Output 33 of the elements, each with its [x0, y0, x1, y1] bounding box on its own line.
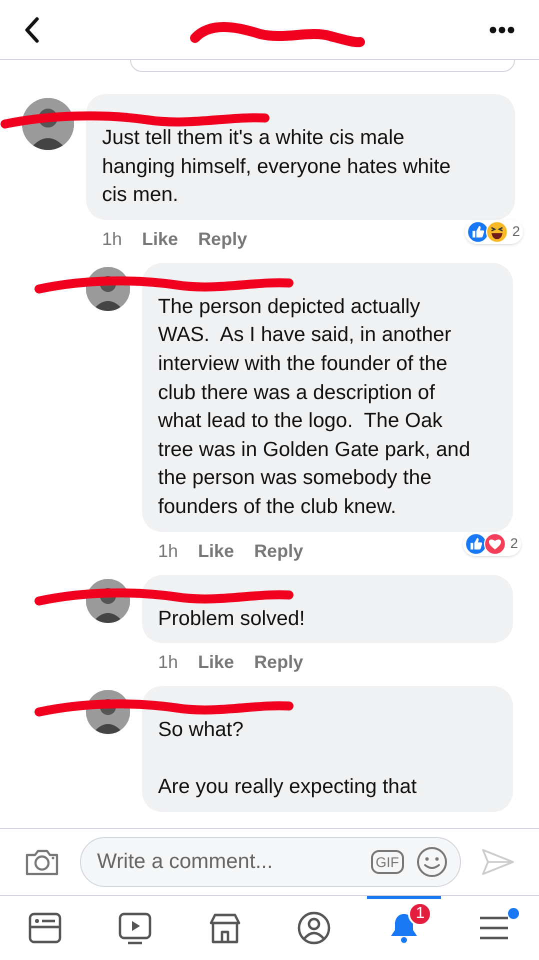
reply-link[interactable]: Reply — [198, 226, 248, 253]
like-link[interactable]: Like — [142, 226, 178, 253]
like-link[interactable]: Like — [198, 649, 234, 676]
comment-text: So what? Are you really expecting that — [158, 717, 418, 800]
timestamp: 1h — [102, 228, 122, 251]
comment-field[interactable]: Write a comment... GIF — [80, 837, 461, 887]
profile-icon — [296, 910, 332, 946]
emoji-icon[interactable] — [416, 846, 448, 878]
timestamp: 1h — [158, 540, 178, 563]
back-icon[interactable] — [24, 16, 40, 42]
reply-link[interactable]: Reply — [254, 649, 304, 676]
more-icon[interactable] — [489, 26, 515, 34]
comment-text: The person depicted actually WAS. As I have said, in another interview with the founder of the club there was a description of what lead to the logo. The Oak tree was in Golden Gate park, and the person was somebody the founders of the club knew. — [158, 294, 472, 520]
notification-badge: 1 — [408, 902, 432, 926]
comment-text: Just tell them it's a white cis male hanging himself, everyone hates white cis men. — [102, 125, 452, 208]
timestamp: 1h — [158, 651, 178, 674]
camera-icon[interactable] — [24, 847, 60, 877]
nav-notifications-tab[interactable]: 1 — [359, 896, 450, 960]
reaction-count: 2 — [512, 222, 520, 242]
reaction-count: 2 — [510, 534, 518, 554]
reaction-summary[interactable]: 2 — [465, 220, 523, 244]
watch-icon — [116, 910, 153, 946]
placeholder-text: Write a comment... — [97, 849, 274, 876]
like-link[interactable]: Like — [198, 538, 234, 565]
reply-link[interactable]: Reply — [254, 538, 304, 565]
feed-icon — [26, 910, 63, 946]
reaction-icon — [465, 532, 488, 555]
reaction-icon — [467, 220, 490, 243]
comment-text: Problem solved! — [158, 606, 306, 632]
reaction-summary[interactable]: 2 — [463, 532, 521, 556]
gif-button[interactable]: GIF — [370, 850, 404, 874]
reaction-icon — [484, 532, 506, 555]
reaction-icon — [486, 220, 508, 243]
